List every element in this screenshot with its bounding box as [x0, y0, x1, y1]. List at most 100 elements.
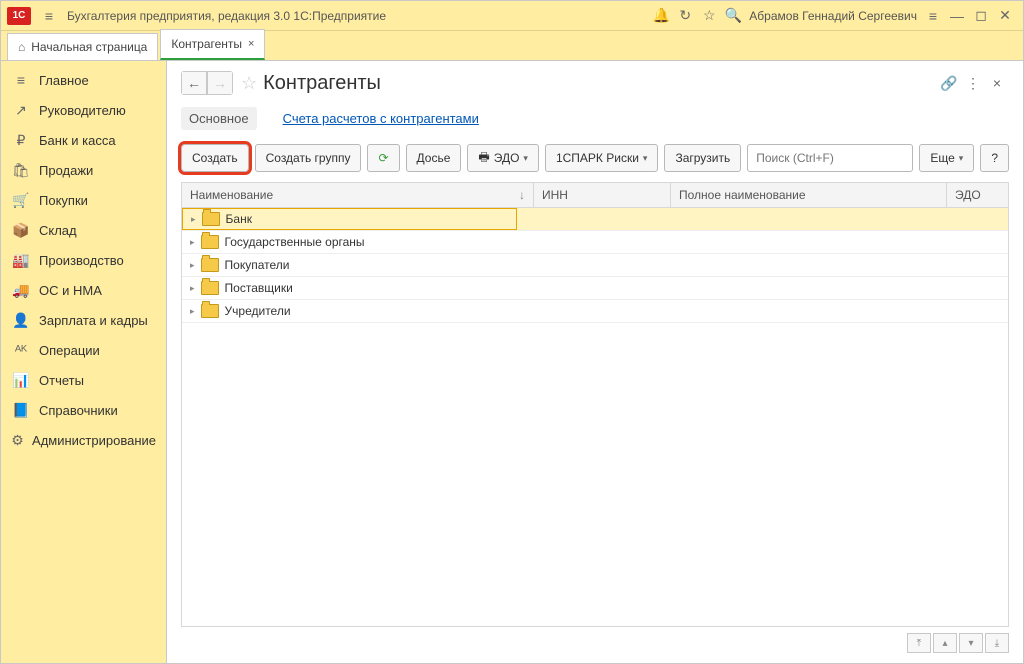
col-inn[interactable]: ИНН	[534, 183, 671, 207]
sidebar-item-8[interactable]: 👤Зарплата и кадры	[1, 305, 166, 335]
sidebar-item-2[interactable]: ₽Банк и касса	[1, 125, 166, 155]
bell-icon[interactable]: 🔔	[649, 4, 673, 28]
user-name[interactable]: Абрамов Геннадий Сергеевич	[749, 9, 917, 23]
sidebar-item-1[interactable]: ↗ Руководителю	[1, 95, 166, 125]
toolbar: Создать Создать группу ⟳ Досье 🖶ЭДО▾ 1СП…	[167, 140, 1023, 182]
home-icon: ⌂	[18, 40, 25, 54]
row-name: Поставщики	[225, 281, 293, 295]
sidebar-item-label: Банк и касса	[39, 133, 116, 148]
table-header: Наименование↓ ИНН Полное наименование ЭД…	[182, 183, 1008, 208]
help-button[interactable]: ?	[980, 144, 1009, 172]
app-logo: 1C	[7, 7, 31, 25]
close-page-icon[interactable]: ×	[985, 71, 1009, 95]
sidebar-item-label: Зарплата и кадры	[39, 313, 148, 328]
sidebar-item-4[interactable]: 🛒Покупки	[1, 185, 166, 215]
expand-icon[interactable]: ▸	[190, 237, 195, 248]
subtab-strip: Основное Счета расчетов с контрагентами	[167, 101, 1023, 140]
sidebar-icon: 📊	[11, 372, 31, 389]
sidebar-item-0[interactable]: ≡ Главное	[1, 65, 166, 95]
sidebar-item-11[interactable]: 📘Справочники	[1, 395, 166, 425]
sidebar-item-7[interactable]: 🚚 ОС и НМА	[1, 275, 166, 305]
folder-icon	[202, 212, 220, 226]
menu-icon[interactable]: ≡	[37, 4, 61, 28]
sidebar-item-12[interactable]: ⚙Администрирование	[1, 425, 166, 455]
table-row[interactable]: ▸ Банк	[182, 208, 1008, 231]
star-icon[interactable]: ☆	[697, 4, 721, 28]
page-title: Контрагенты	[263, 72, 381, 95]
print-icon: 🖶	[478, 148, 489, 169]
expand-icon[interactable]: ▸	[190, 283, 195, 294]
col-full[interactable]: Полное наименование	[671, 183, 947, 207]
nav-forward-button[interactable]: →	[207, 71, 233, 95]
sidebar-item-label: Справочники	[39, 403, 118, 418]
sidebar-item-label: Продажи	[39, 163, 93, 178]
row-name: Покупатели	[225, 258, 290, 272]
scroll-bottom-icon[interactable]: ⤓	[985, 633, 1009, 653]
link-icon[interactable]: 🔗	[937, 71, 961, 95]
col-name[interactable]: Наименование↓	[182, 183, 534, 207]
sidebar-icon: 📦	[11, 222, 31, 239]
sidebar-icon: ↗	[11, 102, 31, 119]
sidebar-item-label: Производство	[39, 253, 124, 268]
create-button[interactable]: Создать	[181, 144, 249, 172]
sidebar: ≡ Главное ↗ Руководителю ₽Банк и касса🛍Прода…	[1, 61, 167, 663]
tab-strip: ⌂ Начальная страница Контрагенты ×	[1, 31, 1023, 61]
search-box[interactable]: ×	[747, 144, 913, 172]
more-button[interactable]: Еще▾	[919, 144, 974, 172]
refresh-button[interactable]: ⟳	[367, 144, 399, 172]
sidebar-item-label: Отчеты	[39, 373, 84, 388]
subtab-main[interactable]: Основное	[181, 107, 257, 130]
sidebar-item-label: Администрирование	[32, 433, 156, 448]
expand-icon[interactable]: ▸	[191, 214, 196, 225]
load-button[interactable]: Загрузить	[664, 144, 741, 172]
search-icon[interactable]: 🔍	[721, 4, 745, 28]
sidebar-item-label: Склад	[39, 223, 77, 238]
sidebar-item-3[interactable]: 🛍Продажи	[1, 155, 166, 185]
table-body: ▸Банк▸Государственные органы▸Покупатели▸…	[182, 208, 1008, 626]
sidebar-item-label: Руководителю	[39, 103, 126, 118]
nav-back-button[interactable]: ←	[181, 71, 207, 95]
col-edo[interactable]: ЭДО	[947, 183, 1008, 207]
sidebar-icon: ≡	[11, 72, 31, 88]
sidebar-item-label: ОС и НМА	[39, 283, 102, 298]
dossier-button[interactable]: Досье	[406, 144, 462, 172]
sidebar-item-5[interactable]: 📦 Склад	[1, 215, 166, 245]
table-row[interactable]: ▸ Покупатели	[182, 254, 1008, 277]
favorite-star-icon[interactable]: ☆	[241, 73, 257, 94]
maximize-icon[interactable]: ◻	[969, 4, 993, 28]
sidebar-item-10[interactable]: 📊 Отчеты	[1, 365, 166, 395]
search-input[interactable]	[748, 151, 919, 165]
sidebar-item-label: Главное	[39, 73, 89, 88]
table-row[interactable]: ▸Государственные органы	[182, 231, 1008, 254]
edo-button[interactable]: 🖶ЭДО▾	[467, 144, 539, 172]
table-row[interactable]: ▸ Поставщики	[182, 277, 1008, 300]
sidebar-icon: ᴬᴷ	[11, 342, 31, 358]
sidebar-icon: 🏭	[11, 252, 31, 269]
page-header: ← → ☆ Контрагенты 🔗 ⋮ ×	[167, 61, 1023, 101]
scroll-top-icon[interactable]: ⤒	[907, 633, 931, 653]
sidebar-item-6[interactable]: 🏭 Производство	[1, 245, 166, 275]
minimize-icon[interactable]: —	[945, 4, 969, 28]
refresh-icon: ⟳	[378, 151, 388, 165]
chevron-down-icon: ▾	[523, 153, 528, 164]
filter-icon[interactable]: ≡	[921, 4, 945, 28]
history-icon[interactable]: ↻	[673, 4, 697, 28]
close-window-icon[interactable]: ✕	[993, 4, 1017, 28]
row-name: Банк	[226, 212, 252, 226]
subtab-accounts-link[interactable]: Счета расчетов с контрагентами	[275, 107, 487, 130]
app-title: Бухгалтерия предприятия, редакция 3.0 1С…	[67, 9, 386, 23]
tab-close-icon[interactable]: ×	[248, 38, 254, 50]
sidebar-item-9[interactable]: ᴬᴷОперации	[1, 335, 166, 365]
tab-home[interactable]: ⌂ Начальная страница	[7, 33, 158, 60]
scroll-down-icon[interactable]: ▾	[959, 633, 983, 653]
spark-risks-button[interactable]: 1СПАРК Риски▾	[545, 144, 659, 172]
table-row[interactable]: ▸Учредители	[182, 300, 1008, 323]
sidebar-icon: 🚚	[11, 282, 31, 299]
kebab-icon[interactable]: ⋮	[961, 71, 985, 95]
expand-icon[interactable]: ▸	[190, 306, 195, 317]
scroll-up-icon[interactable]: ▴	[933, 633, 957, 653]
create-group-button[interactable]: Создать группу	[255, 144, 362, 172]
tab-contractors[interactable]: Контрагенты ×	[160, 29, 265, 60]
table-nav-footer: ⤒ ▴ ▾ ⤓	[167, 627, 1023, 663]
expand-icon[interactable]: ▸	[190, 260, 195, 271]
